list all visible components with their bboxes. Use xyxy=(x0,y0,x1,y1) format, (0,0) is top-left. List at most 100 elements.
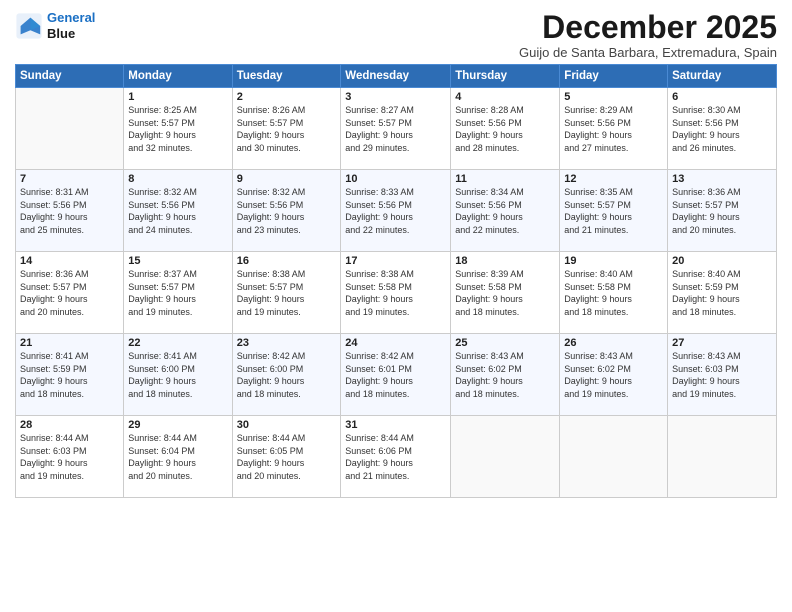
day-info: Sunrise: 8:42 AM Sunset: 6:00 PM Dayligh… xyxy=(237,350,337,400)
day-number: 27 xyxy=(672,337,772,349)
logo-text: General Blue xyxy=(47,10,95,41)
calendar-cell xyxy=(451,416,560,498)
day-number: 11 xyxy=(455,173,555,185)
day-number: 21 xyxy=(20,337,119,349)
page: General Blue December 2025 Guijo de Sant… xyxy=(0,0,792,612)
calendar-cell: 11Sunrise: 8:34 AM Sunset: 5:56 PM Dayli… xyxy=(451,170,560,252)
calendar-cell xyxy=(16,88,124,170)
logo-icon xyxy=(15,12,43,40)
title-block: December 2025 Guijo de Santa Barbara, Ex… xyxy=(519,10,777,60)
day-info: Sunrise: 8:43 AM Sunset: 6:03 PM Dayligh… xyxy=(672,350,772,400)
day-number: 25 xyxy=(455,337,555,349)
calendar-cell: 10Sunrise: 8:33 AM Sunset: 5:56 PM Dayli… xyxy=(341,170,451,252)
calendar-cell: 28Sunrise: 8:44 AM Sunset: 6:03 PM Dayli… xyxy=(16,416,124,498)
header: General Blue December 2025 Guijo de Sant… xyxy=(15,10,777,60)
weekday-header-sunday: Sunday xyxy=(16,65,124,88)
day-number: 15 xyxy=(128,255,227,267)
weekday-header-friday: Friday xyxy=(560,65,668,88)
weekday-header-monday: Monday xyxy=(124,65,232,88)
day-number: 1 xyxy=(128,91,227,103)
day-number: 5 xyxy=(564,91,663,103)
day-number: 3 xyxy=(345,91,446,103)
calendar-cell: 13Sunrise: 8:36 AM Sunset: 5:57 PM Dayli… xyxy=(668,170,777,252)
calendar-cell xyxy=(668,416,777,498)
day-info: Sunrise: 8:34 AM Sunset: 5:56 PM Dayligh… xyxy=(455,186,555,236)
day-number: 30 xyxy=(237,419,337,431)
calendar-cell: 9Sunrise: 8:32 AM Sunset: 5:56 PM Daylig… xyxy=(232,170,341,252)
calendar-cell: 14Sunrise: 8:36 AM Sunset: 5:57 PM Dayli… xyxy=(16,252,124,334)
location-subtitle: Guijo de Santa Barbara, Extremadura, Spa… xyxy=(519,45,777,60)
day-info: Sunrise: 8:27 AM Sunset: 5:57 PM Dayligh… xyxy=(345,104,446,154)
calendar-body: 1Sunrise: 8:25 AM Sunset: 5:57 PM Daylig… xyxy=(16,88,777,498)
weekday-header-saturday: Saturday xyxy=(668,65,777,88)
day-number: 12 xyxy=(564,173,663,185)
day-info: Sunrise: 8:37 AM Sunset: 5:57 PM Dayligh… xyxy=(128,268,227,318)
day-number: 29 xyxy=(128,419,227,431)
calendar-cell: 22Sunrise: 8:41 AM Sunset: 6:00 PM Dayli… xyxy=(124,334,232,416)
calendar-cell xyxy=(560,416,668,498)
day-number: 23 xyxy=(237,337,337,349)
calendar-cell: 30Sunrise: 8:44 AM Sunset: 6:05 PM Dayli… xyxy=(232,416,341,498)
logo: General Blue xyxy=(15,10,95,41)
day-number: 8 xyxy=(128,173,227,185)
day-number: 18 xyxy=(455,255,555,267)
calendar-cell: 4Sunrise: 8:28 AM Sunset: 5:56 PM Daylig… xyxy=(451,88,560,170)
day-info: Sunrise: 8:44 AM Sunset: 6:05 PM Dayligh… xyxy=(237,432,337,482)
calendar-week-1: 1Sunrise: 8:25 AM Sunset: 5:57 PM Daylig… xyxy=(16,88,777,170)
calendar-cell: 24Sunrise: 8:42 AM Sunset: 6:01 PM Dayli… xyxy=(341,334,451,416)
day-info: Sunrise: 8:41 AM Sunset: 6:00 PM Dayligh… xyxy=(128,350,227,400)
calendar-cell: 7Sunrise: 8:31 AM Sunset: 5:56 PM Daylig… xyxy=(16,170,124,252)
day-number: 22 xyxy=(128,337,227,349)
day-number: 19 xyxy=(564,255,663,267)
day-number: 14 xyxy=(20,255,119,267)
day-number: 17 xyxy=(345,255,446,267)
day-number: 10 xyxy=(345,173,446,185)
calendar-cell: 20Sunrise: 8:40 AM Sunset: 5:59 PM Dayli… xyxy=(668,252,777,334)
day-number: 26 xyxy=(564,337,663,349)
day-info: Sunrise: 8:44 AM Sunset: 6:03 PM Dayligh… xyxy=(20,432,119,482)
day-number: 7 xyxy=(20,173,119,185)
day-info: Sunrise: 8:38 AM Sunset: 5:57 PM Dayligh… xyxy=(237,268,337,318)
calendar-cell: 3Sunrise: 8:27 AM Sunset: 5:57 PM Daylig… xyxy=(341,88,451,170)
calendar-week-2: 7Sunrise: 8:31 AM Sunset: 5:56 PM Daylig… xyxy=(16,170,777,252)
day-number: 2 xyxy=(237,91,337,103)
day-info: Sunrise: 8:43 AM Sunset: 6:02 PM Dayligh… xyxy=(564,350,663,400)
calendar-cell: 21Sunrise: 8:41 AM Sunset: 5:59 PM Dayli… xyxy=(16,334,124,416)
calendar-cell: 17Sunrise: 8:38 AM Sunset: 5:58 PM Dayli… xyxy=(341,252,451,334)
calendar-table: SundayMondayTuesdayWednesdayThursdayFrid… xyxy=(15,64,777,498)
day-number: 13 xyxy=(672,173,772,185)
day-info: Sunrise: 8:32 AM Sunset: 5:56 PM Dayligh… xyxy=(128,186,227,236)
month-title: December 2025 xyxy=(519,10,777,45)
calendar-cell: 26Sunrise: 8:43 AM Sunset: 6:02 PM Dayli… xyxy=(560,334,668,416)
day-info: Sunrise: 8:36 AM Sunset: 5:57 PM Dayligh… xyxy=(20,268,119,318)
day-info: Sunrise: 8:32 AM Sunset: 5:56 PM Dayligh… xyxy=(237,186,337,236)
day-info: Sunrise: 8:26 AM Sunset: 5:57 PM Dayligh… xyxy=(237,104,337,154)
day-info: Sunrise: 8:42 AM Sunset: 6:01 PM Dayligh… xyxy=(345,350,446,400)
weekday-header-thursday: Thursday xyxy=(451,65,560,88)
day-info: Sunrise: 8:41 AM Sunset: 5:59 PM Dayligh… xyxy=(20,350,119,400)
calendar-cell: 18Sunrise: 8:39 AM Sunset: 5:58 PM Dayli… xyxy=(451,252,560,334)
day-number: 24 xyxy=(345,337,446,349)
calendar-cell: 12Sunrise: 8:35 AM Sunset: 5:57 PM Dayli… xyxy=(560,170,668,252)
calendar-cell: 27Sunrise: 8:43 AM Sunset: 6:03 PM Dayli… xyxy=(668,334,777,416)
calendar-cell: 15Sunrise: 8:37 AM Sunset: 5:57 PM Dayli… xyxy=(124,252,232,334)
day-info: Sunrise: 8:29 AM Sunset: 5:56 PM Dayligh… xyxy=(564,104,663,154)
calendar-week-3: 14Sunrise: 8:36 AM Sunset: 5:57 PM Dayli… xyxy=(16,252,777,334)
day-info: Sunrise: 8:36 AM Sunset: 5:57 PM Dayligh… xyxy=(672,186,772,236)
day-info: Sunrise: 8:38 AM Sunset: 5:58 PM Dayligh… xyxy=(345,268,446,318)
day-number: 31 xyxy=(345,419,446,431)
weekday-header-tuesday: Tuesday xyxy=(232,65,341,88)
day-info: Sunrise: 8:40 AM Sunset: 5:58 PM Dayligh… xyxy=(564,268,663,318)
day-number: 6 xyxy=(672,91,772,103)
calendar-cell: 19Sunrise: 8:40 AM Sunset: 5:58 PM Dayli… xyxy=(560,252,668,334)
day-number: 20 xyxy=(672,255,772,267)
calendar-cell: 6Sunrise: 8:30 AM Sunset: 5:56 PM Daylig… xyxy=(668,88,777,170)
day-number: 4 xyxy=(455,91,555,103)
calendar-cell: 23Sunrise: 8:42 AM Sunset: 6:00 PM Dayli… xyxy=(232,334,341,416)
calendar-cell: 31Sunrise: 8:44 AM Sunset: 6:06 PM Dayli… xyxy=(341,416,451,498)
calendar-week-5: 28Sunrise: 8:44 AM Sunset: 6:03 PM Dayli… xyxy=(16,416,777,498)
calendar-cell: 2Sunrise: 8:26 AM Sunset: 5:57 PM Daylig… xyxy=(232,88,341,170)
day-info: Sunrise: 8:31 AM Sunset: 5:56 PM Dayligh… xyxy=(20,186,119,236)
calendar-week-4: 21Sunrise: 8:41 AM Sunset: 5:59 PM Dayli… xyxy=(16,334,777,416)
weekday-header-wednesday: Wednesday xyxy=(341,65,451,88)
